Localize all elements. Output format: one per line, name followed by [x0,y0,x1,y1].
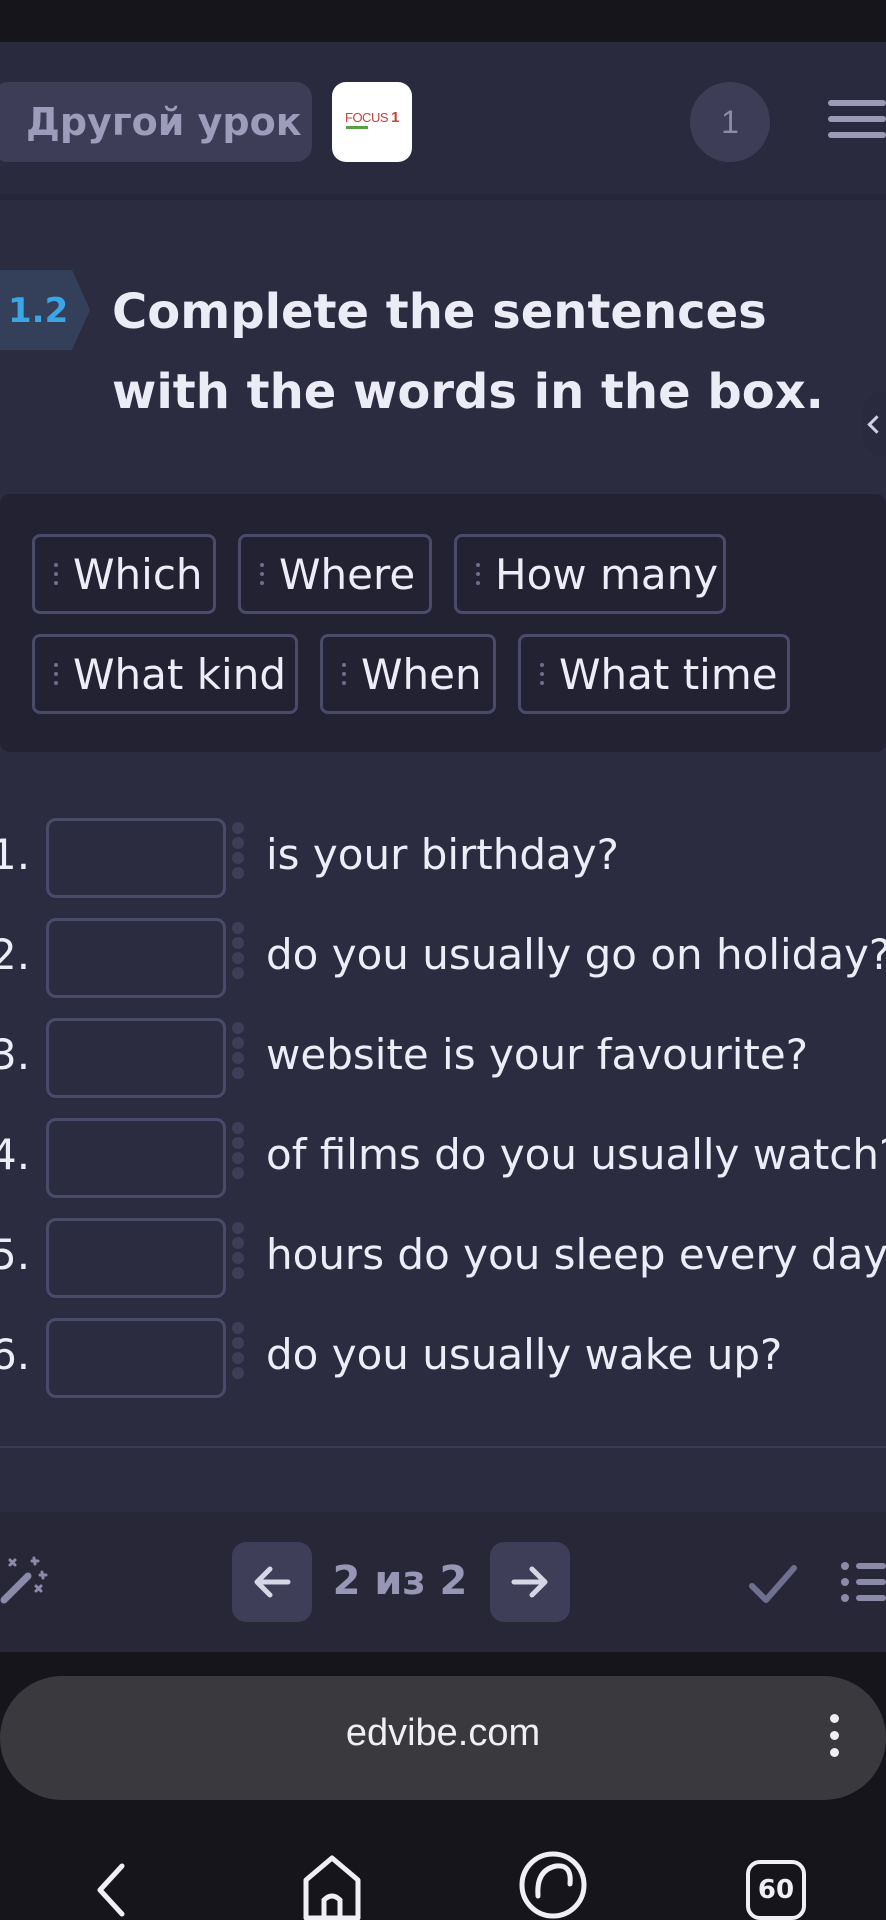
more-options-icon[interactable] [830,1714,842,1762]
answer-drop-zone[interactable] [46,1318,226,1398]
question-text: is your birthday? [266,830,619,879]
answer-drop-zone[interactable] [46,1018,226,1098]
divider [0,1446,886,1448]
exercise-instruction: Complete the sentences with the words in… [112,284,824,420]
question-row: 4. of films do you usually watch? [0,1118,886,1198]
word-chip-label: What kind [73,649,286,699]
book-logo-text: FOCUS 1 [345,109,399,126]
drag-handle-icon [537,663,547,685]
question-text: website is your favourite? [266,1030,808,1079]
app-window: Другой урок FOCUS 1 1 1.2 Complete the s… [0,42,886,1652]
hamburger-menu-icon[interactable] [828,100,886,144]
word-chip[interactable]: What kind [32,634,298,714]
drag-handle-icon [257,563,267,585]
drag-handle-icon [339,663,349,685]
home-icon[interactable] [300,1852,364,1920]
page-indicator: 2 из 2 [332,1558,468,1604]
question-number: 5. [0,1230,31,1279]
tab-switcher-button[interactable]: 60 [746,1860,806,1920]
question-number: 6. [0,1330,31,1379]
answer-drop-zone[interactable] [46,1118,226,1198]
drag-grip-icon [232,1322,248,1396]
question-row: 6. do you usually wake up? [0,1318,886,1398]
question-text: hours do you sleep every day? [266,1230,886,1279]
drag-handle-icon [51,663,61,685]
arrow-left-icon [254,1566,291,1598]
drag-handle-icon [51,563,61,585]
question-number: 3. [0,1030,31,1079]
word-chip-label: When [361,649,482,699]
answer-drop-zone[interactable] [46,1218,226,1298]
drag-grip-icon [232,1022,248,1096]
word-chip-label: Which [73,549,203,599]
drag-grip-icon [232,1222,248,1296]
back-icon[interactable] [90,1860,130,1920]
answer-drop-zone[interactable] [46,818,226,898]
word-chip-label: How many [495,549,719,599]
word-chip[interactable]: What time [518,634,790,714]
question-number: 2. [0,930,31,979]
word-chip[interactable]: Which [32,534,216,614]
assistant-icon[interactable] [518,1850,588,1920]
question-text: do you usually go on holiday? [266,930,886,979]
other-lesson-button[interactable]: Другой урок [0,82,312,162]
book-logo-button[interactable]: FOCUS 1 [332,82,412,162]
question-row: 5. hours do you sleep every day? [0,1218,886,1298]
word-chip-label: What time [559,649,778,699]
drag-grip-icon [232,1122,248,1196]
word-chip[interactable]: When [320,634,496,714]
counter-badge[interactable]: 1 [690,82,770,162]
question-row: 2. do you usually go on holiday? [0,918,886,998]
answer-drop-zone[interactable] [46,918,226,998]
magic-wand-icon[interactable] [0,1554,50,1606]
question-text: of films do you usually watch? [266,1130,886,1179]
list-icon[interactable] [840,1558,886,1606]
question-number: 4. [0,1130,31,1179]
drag-handle-icon [473,563,483,585]
check-icon[interactable] [748,1562,798,1606]
word-chip-label: Where [279,549,416,599]
question-number: 1. [0,830,31,879]
exercise-number: 1.2 [8,291,68,331]
arrow-right-icon [511,1566,548,1598]
word-chip[interactable]: How many [454,534,726,614]
question-text: do you usually wake up? [266,1330,783,1379]
word-chip[interactable]: Where [238,534,432,614]
exercise-number-tag: 1.2 [0,270,90,350]
drag-grip-icon [232,822,248,896]
question-row: 3. website is your favourite? [0,1018,886,1098]
next-page-button[interactable] [490,1542,570,1622]
drag-grip-icon [232,922,248,996]
url-text[interactable]: edvibe.com [0,1712,886,1755]
book-logo-stripe [346,126,368,129]
status-bar [0,0,886,42]
top-bar: Другой урок FOCUS 1 1 [0,42,886,200]
side-panel-handle[interactable] [862,392,886,456]
question-row: 1. is your birthday? [0,818,886,898]
